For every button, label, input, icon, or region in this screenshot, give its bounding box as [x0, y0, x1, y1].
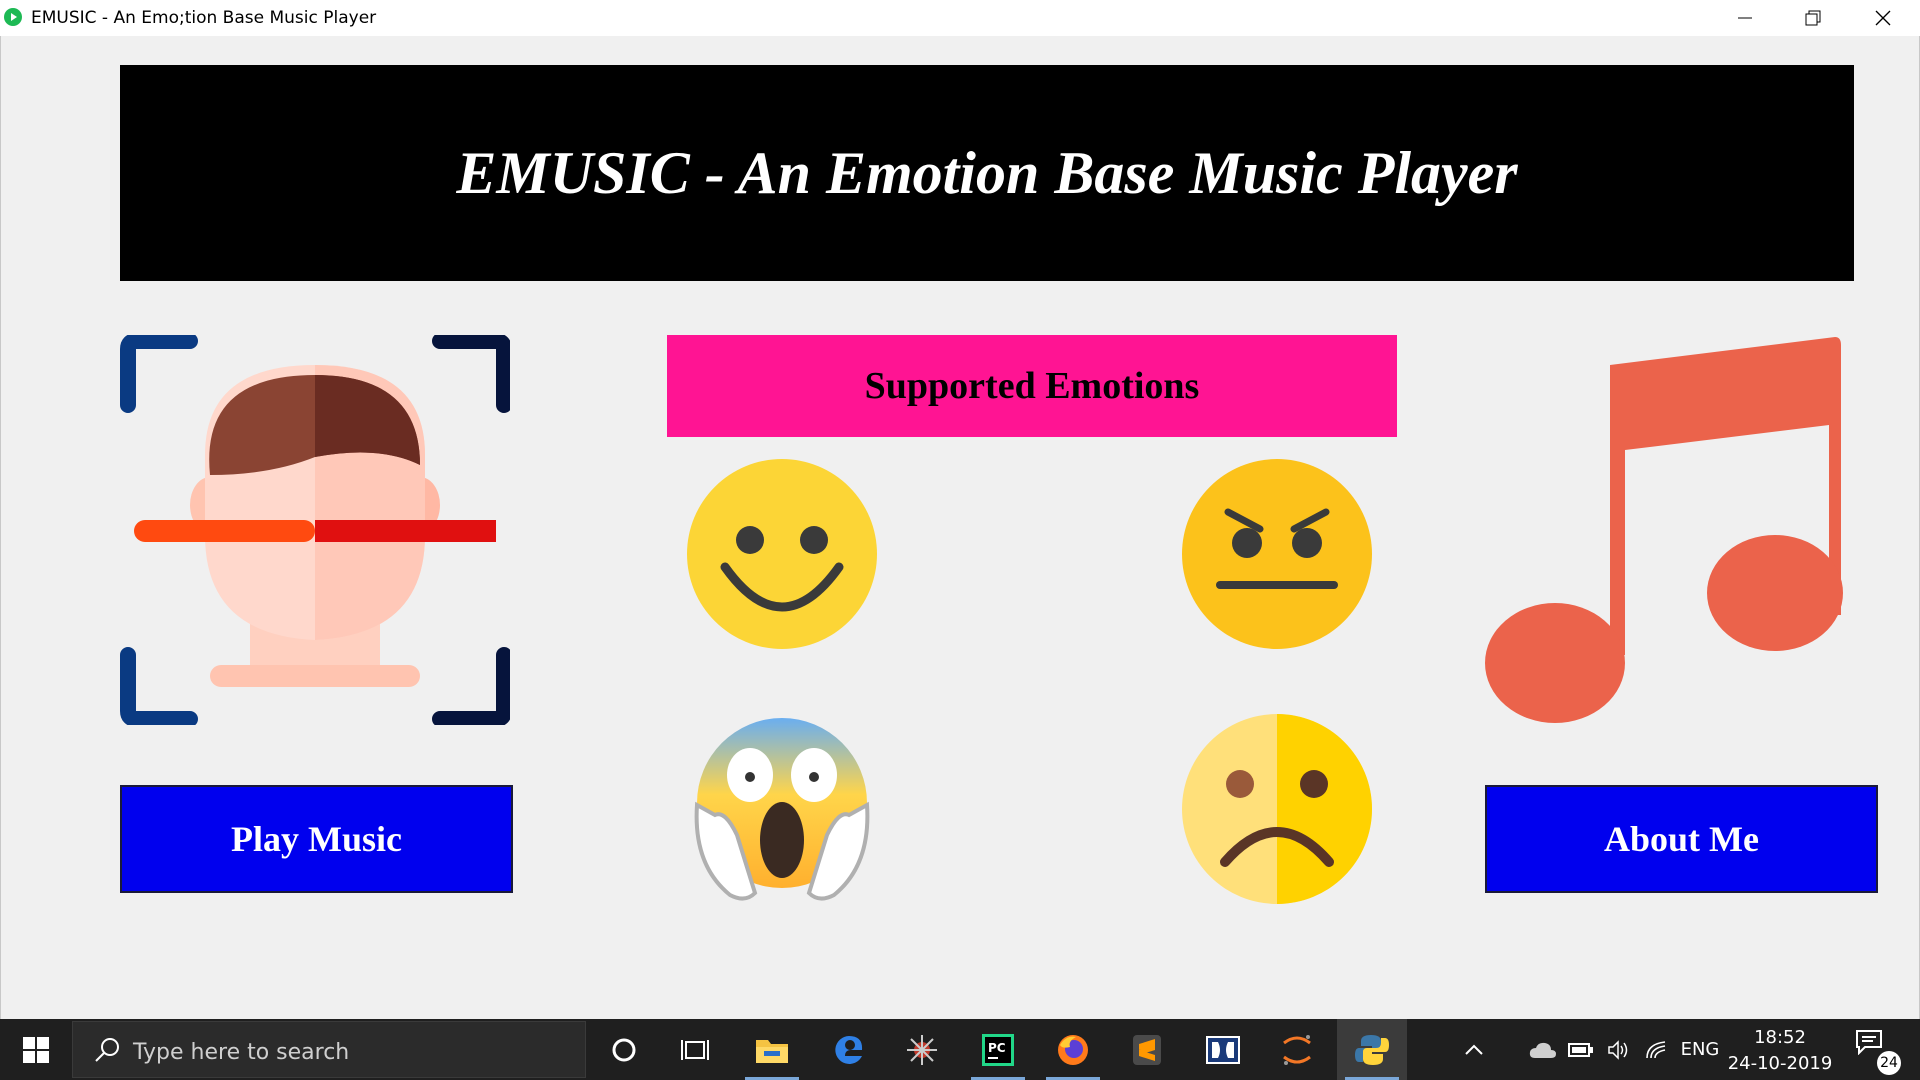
notification-count-badge: 24 — [1877, 1051, 1901, 1075]
volume-button[interactable] — [1602, 1019, 1636, 1080]
file-explorer-icon — [756, 1039, 788, 1063]
clock[interactable]: 18:52 24-10-2019 — [1720, 1025, 1840, 1077]
python-icon — [1355, 1034, 1389, 1065]
supported-emotions-header: Supported Emotions — [667, 335, 1397, 437]
window-title: EMUSIC - An Emo;tion Base Music Player — [31, 8, 377, 28]
music-note-icon — [1485, 337, 1843, 723]
firefox-button[interactable] — [1038, 1019, 1108, 1080]
firefox-icon — [1058, 1034, 1088, 1065]
cloud-icon — [1529, 1042, 1556, 1058]
fear-emoji-icon — [694, 718, 870, 901]
start-button[interactable] — [0, 1019, 72, 1080]
language-label: ENG — [1680, 1039, 1720, 1060]
header-banner: EMUSIC - An Emotion Base Music Player — [120, 65, 1854, 281]
language-indicator[interactable]: ENG — [1678, 1019, 1722, 1080]
onedrive-button[interactable] — [1526, 1019, 1560, 1080]
taskbar: Type here to search PC ENG 18:52 24-10-2… — [0, 1019, 1920, 1080]
wifi-icon — [1646, 1040, 1666, 1058]
jupyter-icon — [1283, 1034, 1311, 1065]
sublime-text-button[interactable] — [1112, 1019, 1182, 1080]
play-music-button[interactable]: Play Music — [120, 785, 513, 893]
taskbar-search-box[interactable]: Type here to search — [72, 1021, 586, 1078]
cortana-icon — [612, 1038, 636, 1061]
restore-icon — [1805, 10, 1821, 26]
restore-button[interactable] — [1778, 0, 1848, 36]
chevron-up-icon — [1465, 1044, 1483, 1055]
notification-icon — [1856, 1030, 1882, 1056]
sad-emoji-icon — [1182, 714, 1372, 904]
file-explorer-button[interactable] — [737, 1019, 807, 1080]
angry-emoji-icon — [1182, 459, 1372, 649]
task-view-icon — [681, 1039, 709, 1060]
dolby-button[interactable] — [1188, 1019, 1258, 1080]
pycharm-button[interactable]: PC — [963, 1019, 1033, 1080]
svg-text:PC: PC — [988, 1041, 1006, 1055]
windows-logo-icon — [23, 1036, 49, 1063]
minimize-button[interactable] — [1710, 0, 1780, 36]
spider-app-icon — [907, 1034, 937, 1065]
pycharm-icon: PC — [982, 1033, 1014, 1066]
search-placeholder: Type here to search — [133, 1040, 350, 1065]
face-scan-icon — [120, 335, 510, 725]
search-icon — [95, 1038, 119, 1062]
clock-time: 18:52 — [1754, 1027, 1806, 1048]
battery-icon — [1568, 1042, 1593, 1057]
title-bar: EMUSIC - An Emo;tion Base Music Player — [0, 0, 1920, 36]
network-button[interactable] — [1640, 1019, 1674, 1080]
spider-app-button[interactable] — [887, 1019, 957, 1080]
show-hidden-icons-button[interactable] — [1452, 1019, 1496, 1080]
battery-button[interactable] — [1564, 1019, 1598, 1080]
app-heading: EMUSIC - An Emotion Base Music Player — [456, 139, 1518, 206]
jupyter-button[interactable] — [1262, 1019, 1332, 1080]
happy-emoji-icon — [687, 459, 877, 649]
dolby-icon — [1206, 1035, 1240, 1064]
about-me-button[interactable]: About Me — [1485, 785, 1878, 893]
close-button[interactable] — [1848, 0, 1918, 36]
minimize-icon — [1738, 17, 1752, 19]
action-center-button[interactable]: 24 — [1855, 1029, 1901, 1075]
cortana-button[interactable] — [589, 1019, 659, 1080]
app-icon — [4, 8, 22, 26]
sublime-text-icon — [1133, 1034, 1161, 1065]
edge-icon — [835, 1035, 863, 1064]
task-view-button[interactable] — [660, 1019, 730, 1080]
python-button[interactable] — [1337, 1019, 1407, 1080]
edge-button[interactable] — [814, 1019, 884, 1080]
clock-date: 24-10-2019 — [1727, 1053, 1833, 1074]
speaker-icon — [1608, 1039, 1628, 1060]
close-icon — [1875, 10, 1891, 26]
